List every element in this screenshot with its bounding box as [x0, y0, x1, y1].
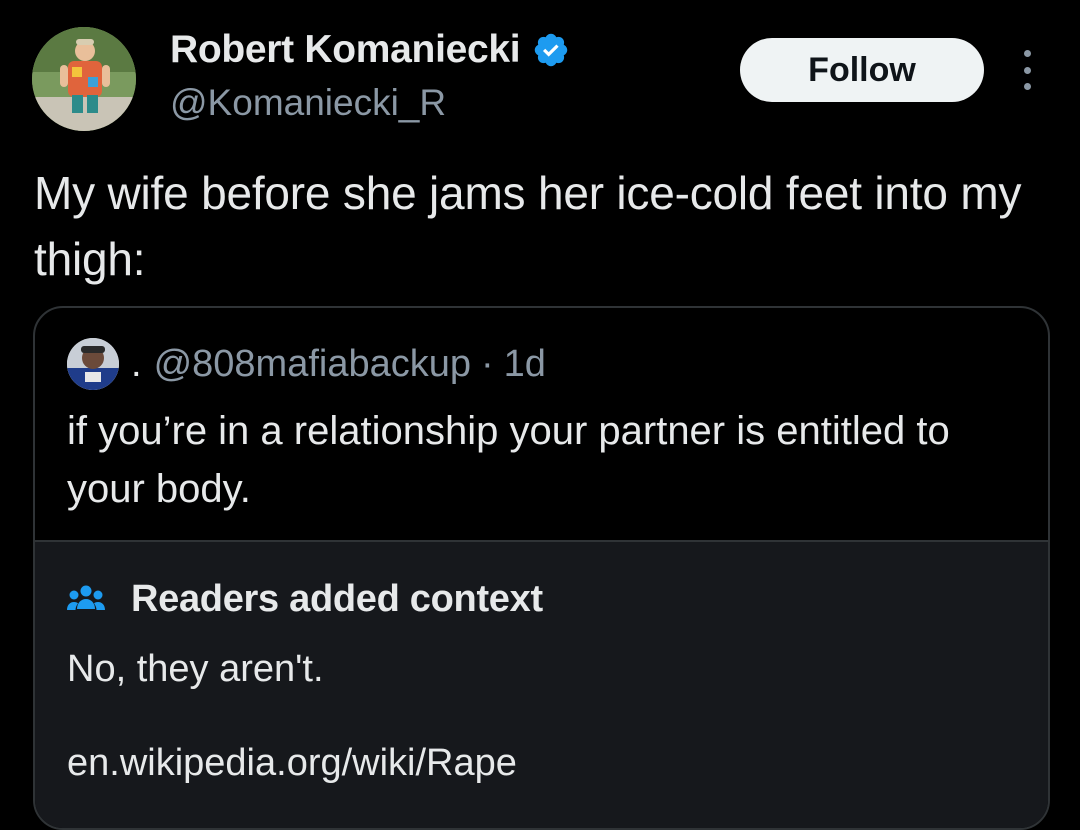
- people-icon: [67, 585, 105, 610]
- quoted-timestamp[interactable]: 1d: [504, 343, 546, 386]
- community-note[interactable]: Readers added context No, they aren't. e…: [35, 540, 1048, 828]
- verified-badge-icon[interactable]: [532, 31, 570, 69]
- quoted-tweet-header: . @808mafiabackup · 1d: [67, 338, 546, 390]
- community-note-header: Readers added context: [67, 578, 543, 621]
- more-dot: [1023, 66, 1031, 74]
- author-display-name[interactable]: Robert Komaniecki: [170, 28, 521, 72]
- more-dot: [1023, 50, 1031, 57]
- quoted-separator: ·: [481, 342, 494, 385]
- quoted-tweet-text: if you’re in a relationship your partner…: [67, 409, 950, 511]
- community-note-body: No, they aren't.: [67, 648, 324, 690]
- community-note-title: Readers added context: [131, 578, 543, 620]
- author-avatar[interactable]: [32, 27, 136, 131]
- quoted-author-handle[interactable]: @808mafiabackup: [154, 343, 471, 386]
- tweet: Robert Komaniecki @Komaniecki_R Follow M…: [0, 0, 1080, 830]
- quoted-author-avatar[interactable]: [67, 338, 119, 390]
- tweet-text: My wife before she jams her ice-cold fee…: [34, 167, 1022, 285]
- author-name-row[interactable]: Robert Komaniecki: [170, 28, 570, 72]
- quoted-tweet-card[interactable]: . @808mafiabackup · 1d if you’re in a re…: [33, 306, 1050, 830]
- community-note-link[interactable]: en.wikipedia.org/wiki/Rape: [67, 742, 517, 785]
- follow-button[interactable]: Follow: [740, 38, 984, 102]
- more-dot: [1023, 83, 1031, 90]
- more-vertical-icon[interactable]: [1012, 50, 1042, 90]
- author-handle[interactable]: @Komaniecki_R: [170, 82, 446, 124]
- quoted-author-name[interactable]: .: [131, 343, 142, 386]
